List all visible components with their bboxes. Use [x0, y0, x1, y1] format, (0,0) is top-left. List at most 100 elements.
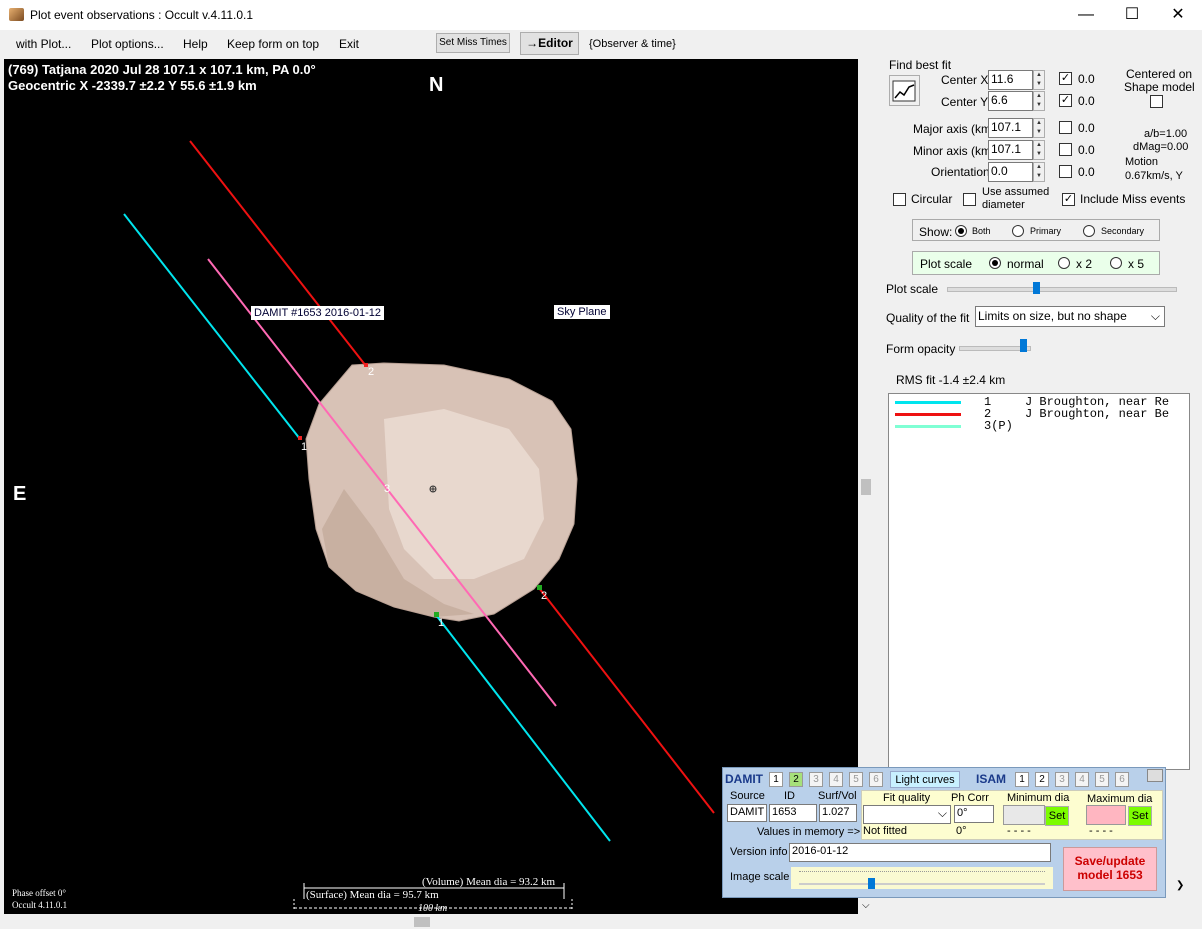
min-dia-label: Minimum dia: [1007, 792, 1070, 804]
menu-exit[interactable]: Exit: [339, 37, 359, 51]
damit-model-3[interactable]: 3: [809, 772, 823, 787]
orientation-input[interactable]: 0.0: [988, 162, 1033, 182]
editor-button[interactable]: →Editor: [520, 32, 579, 55]
major-axis-spinner[interactable]: ▲ ▼: [1033, 118, 1045, 138]
ph-corr-field[interactable]: 0°: [954, 805, 994, 823]
scale-x5-radio[interactable]: [1110, 257, 1122, 269]
minimize-button[interactable]: —: [1063, 0, 1109, 30]
menu-help[interactable]: Help: [183, 37, 208, 51]
observer-list[interactable]: 1 J Broughton, near Re 2 J Broughton, ne…: [888, 393, 1190, 770]
damit-model-2[interactable]: 2: [789, 772, 803, 787]
plot-scale-slider-track[interactable]: [947, 287, 1177, 292]
major-axis-checkbox[interactable]: [1059, 121, 1072, 134]
isam-model-6[interactable]: 6: [1115, 772, 1129, 787]
isam-model-1[interactable]: 1: [1015, 772, 1029, 787]
motion-value: 0.67km/s, Y: [1125, 170, 1183, 182]
fit-quality-select[interactable]: ⌵: [863, 805, 951, 824]
minor-axis-input[interactable]: 107.1: [988, 140, 1033, 160]
minor-axis-spinner[interactable]: ▲ ▼: [1033, 140, 1045, 160]
scale-normal-radio[interactable]: [989, 257, 1001, 269]
observer-time-label: {Observer & time}: [589, 38, 676, 50]
center-x-input[interactable]: 11.6: [988, 70, 1033, 90]
set-min-dia-button[interactable]: Set: [1045, 806, 1069, 826]
image-scale-thumb[interactable]: [868, 878, 875, 889]
orientation-checkbox[interactable]: [1059, 165, 1072, 178]
max-dia-field[interactable]: [1086, 805, 1126, 825]
isam-model-3[interactable]: 3: [1055, 772, 1069, 787]
center-x-checkbox[interactable]: ✓: [1059, 72, 1072, 85]
scroll-right-icon[interactable]: ❯: [1176, 880, 1184, 891]
isam-model-2[interactable]: 2: [1035, 772, 1049, 787]
maximize-button[interactable]: ☐: [1109, 0, 1155, 30]
damit-model-5[interactable]: 5: [849, 772, 863, 787]
center-y-checkbox[interactable]: ✓: [1059, 94, 1072, 107]
scale-x2-radio[interactable]: [1058, 257, 1070, 269]
damit-model-6[interactable]: 6: [869, 772, 883, 787]
volume-dia-label: (Volume) Mean dia = 93.2 km: [422, 876, 556, 888]
circular-label: Circular: [911, 192, 953, 206]
scroll-down-icon[interactable]: ⌵: [862, 900, 870, 911]
image-scale-slider[interactable]: [791, 867, 1053, 889]
title-bar: Plot event observations : Occult v.4.11.…: [0, 0, 1202, 30]
values-in-memory-label: Values in memory =>: [757, 826, 861, 838]
circular-checkbox[interactable]: [893, 193, 906, 206]
set-max-dia-button[interactable]: Set: [1128, 806, 1152, 826]
ph-corr-label: Ph Corr: [951, 792, 989, 804]
chart-icon: [892, 80, 916, 102]
isam-model-5[interactable]: 5: [1095, 772, 1109, 787]
max-dia-memory: - - - -: [1089, 825, 1113, 837]
center-x-check-value: 0.0: [1078, 72, 1095, 86]
plot-horizontal-scrollbar[interactable]: [4, 914, 858, 929]
orientation-spinner[interactable]: ▲ ▼: [1033, 162, 1045, 182]
minor-axis-checkbox[interactable]: [1059, 143, 1072, 156]
damit-model-1[interactable]: 1: [769, 772, 783, 787]
form-opacity-slider-thumb[interactable]: [1020, 339, 1027, 352]
chord-1-label-lower: 1: [438, 617, 445, 629]
shape-model-label: Shape model: [1124, 80, 1195, 94]
use-assumed-label-2: diameter: [982, 199, 1025, 211]
hscroll-thumb[interactable]: [414, 917, 430, 927]
source-field[interactable]: DAMIT: [727, 804, 767, 822]
menu-with-plot[interactable]: with Plot...: [16, 37, 71, 51]
include-miss-checkbox[interactable]: ✓: [1062, 193, 1075, 206]
plot-scale-slider-thumb[interactable]: [1033, 282, 1040, 294]
observer-2-color: [895, 413, 961, 416]
center-x-spinner[interactable]: ▲ ▼: [1033, 70, 1045, 90]
chord-3-label: 3: [384, 483, 391, 495]
major-axis-check-value: 0.0: [1078, 121, 1095, 135]
center-y-input[interactable]: 6.6: [988, 91, 1033, 111]
isam-model-4[interactable]: 4: [1075, 772, 1089, 787]
show-primary-radio[interactable]: [1012, 225, 1024, 237]
min-dia-field[interactable]: [1003, 805, 1045, 825]
version-label: Occult 4.11.0.1: [12, 900, 68, 910]
show-both-radio[interactable]: [955, 225, 967, 237]
menu-keep-on-top[interactable]: Keep form on top: [227, 37, 319, 51]
save-update-model-button[interactable]: Save/update model 1653: [1063, 847, 1157, 891]
center-y-spinner[interactable]: ▲ ▼: [1033, 91, 1045, 111]
damit-title: DAMIT: [725, 772, 763, 786]
find-best-fit-button[interactable]: [889, 75, 920, 106]
isam-title: ISAM: [976, 772, 1006, 786]
phase-offset-label: Phase offset 0°: [12, 888, 66, 898]
show-label: Show:: [919, 225, 953, 239]
major-axis-input[interactable]: 107.1: [988, 118, 1033, 138]
show-both-label: Both: [972, 226, 991, 236]
chord-2-label-lower: 2: [541, 590, 548, 602]
version-info-field[interactable]: 2016-01-12: [789, 843, 1051, 862]
id-field[interactable]: 1653: [769, 804, 817, 822]
set-miss-times-button[interactable]: Set Miss Times: [436, 33, 510, 53]
surfvol-label: Surf/Vol: [818, 790, 857, 802]
image-scale-ticks: [799, 871, 1045, 872]
show-secondary-radio[interactable]: [1083, 225, 1095, 237]
light-curves-button[interactable]: Light curves: [890, 771, 960, 788]
menu-plot-options[interactable]: Plot options...: [91, 37, 164, 51]
centered-on-shape-checkbox[interactable]: [1150, 95, 1163, 108]
panel-toggle-button[interactable]: [1147, 769, 1163, 782]
quality-select[interactable]: Limits on size, but no shape ⌵: [975, 306, 1165, 327]
close-button[interactable]: ✕: [1155, 0, 1201, 30]
vscroll-thumb[interactable]: [861, 479, 871, 495]
damit-model-4[interactable]: 4: [829, 772, 843, 787]
window-title: Plot event observations : Occult v.4.11.…: [30, 8, 254, 22]
surfvol-field[interactable]: 1.027: [819, 804, 857, 822]
use-assumed-checkbox[interactable]: [963, 193, 976, 206]
